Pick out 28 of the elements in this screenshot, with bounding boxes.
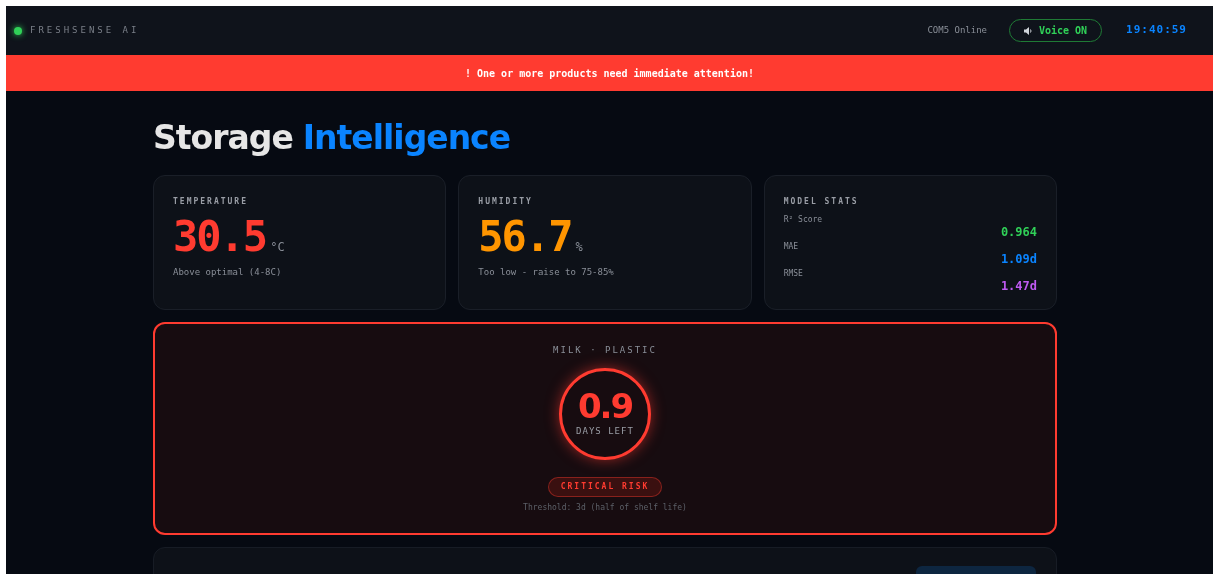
- alert-icon: !: [465, 65, 472, 81]
- reading-unit: °C: [270, 239, 285, 256]
- speaker-icon: [1023, 26, 1033, 35]
- reading-unit: %: [575, 239, 583, 256]
- reading-value: 30.5: [173, 216, 267, 258]
- reading-value: 56.7: [478, 216, 572, 258]
- brand-name: FRESHSENSE AI: [30, 23, 140, 37]
- alert-message: One or more products need immediate attention!: [477, 66, 754, 81]
- clock: 19:40:59: [1126, 22, 1187, 39]
- product-label: MILK · PLASTIC: [553, 344, 657, 357]
- stat-name: R² Score: [783, 214, 823, 226]
- risk-badge: CRITICAL RISK: [547, 476, 663, 497]
- page-title-highlight: Intelligence: [302, 121, 511, 159]
- stat-value: 1.47d: [1000, 278, 1037, 295]
- connection-status: COM5 Online: [927, 23, 987, 37]
- reading-note: Above optimal (4-8C): [173, 266, 283, 279]
- stat-name: RMSE: [783, 268, 803, 280]
- days-left-value: 0.9: [577, 388, 633, 423]
- card-label: MODEL STATS: [783, 196, 860, 208]
- card-label: HUMIDITY: [478, 196, 534, 208]
- stat-value: 0.964: [1000, 224, 1037, 241]
- card-label: TEMPERATURE: [173, 196, 249, 208]
- days-left-label: DAYS LEFT: [576, 424, 634, 438]
- threshold-note: Threshold: 3d (half of shelf life): [523, 501, 687, 514]
- stat-value: 1.09d: [1000, 251, 1037, 268]
- page-title: Storage: [153, 121, 293, 159]
- reading-note: Too low - raise to 75-85%: [478, 266, 615, 279]
- stat-name: MAE: [783, 241, 799, 253]
